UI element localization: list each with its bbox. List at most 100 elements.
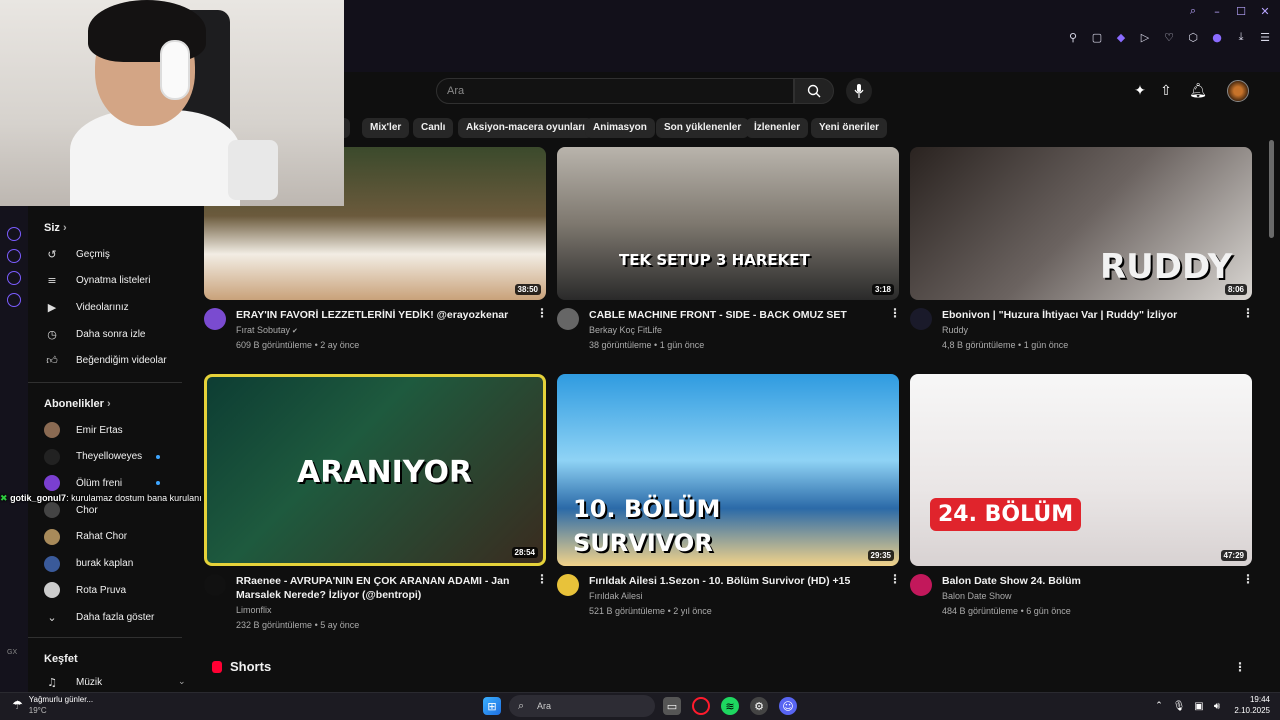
channel-name[interactable]: Ruddy — [942, 323, 968, 338]
start-icon[interactable]: ⊞ — [483, 697, 501, 715]
video-menu-icon[interactable]: ⋮ — [1242, 572, 1254, 586]
extensions-icon[interactable]: ⬡ — [1186, 30, 1200, 44]
spotify-icon[interactable]: ≋ — [721, 697, 739, 715]
filter-chip[interactable]: Yeni öneriler — [811, 118, 888, 138]
video-menu-icon[interactable]: ⋮ — [536, 306, 548, 320]
sidebar-item-label: Videolarınız — [76, 301, 129, 313]
download-icon[interactable]: ⤓ — [1234, 30, 1248, 44]
sidebar-section-subscriptions[interactable]: Abonelikler › — [44, 398, 111, 410]
pin-icon[interactable]: ⚲ — [1066, 30, 1080, 44]
filter-chip[interactable]: Son yüklenenler — [656, 118, 750, 138]
video-title[interactable]: Ebonivon | "Huzura İhtiyacı Var | Ruddy"… — [942, 308, 1232, 322]
sidebar-item-history[interactable]: ↺ Geçmiş — [44, 244, 110, 264]
sidebar-item-clock[interactable]: ◷ Daha sonra izle — [44, 324, 145, 344]
subscription-item[interactable]: Ölüm freni — [44, 473, 122, 493]
channel-name[interactable]: Berkay Koç FitLife — [589, 323, 662, 338]
filter-chip[interactable]: Mix'ler — [362, 118, 410, 138]
sidebar-item-playlist[interactable]: ≡ Oynatma listeleri — [44, 271, 150, 291]
weather-widget[interactable]: ☂ Yağmurlu günler... 19°C — [12, 694, 93, 716]
shorts-heading: Shorts — [212, 659, 271, 674]
filter-chip[interactable]: Canlı — [413, 118, 454, 138]
subscription-item[interactable]: Emir Ertas — [44, 420, 123, 440]
microphone-icon[interactable]: 🎙︎ — [1170, 697, 1188, 715]
show-more-button[interactable]: ⌄ Daha fazla göster — [44, 607, 154, 627]
channel-avatar[interactable] — [204, 574, 226, 596]
filter-chip[interactable]: Animasyon — [585, 118, 655, 138]
channel-avatar[interactable] — [204, 308, 226, 330]
avatar[interactable] — [1227, 80, 1249, 102]
subscription-item[interactable]: Theyelloweyes — [44, 447, 142, 467]
search-icon[interactable]: ⌕ — [1186, 4, 1200, 18]
maximize-icon[interactable]: ☐ — [1234, 4, 1248, 18]
video-duration: 29:35 — [867, 550, 894, 561]
subscription-item[interactable]: Rota Pruva — [44, 580, 126, 600]
video-thumbnail[interactable]: ARANIYOR 28:54 — [204, 374, 546, 566]
shorts-title: Shorts — [230, 659, 272, 674]
sidebar-item-music[interactable]: ♫ Müzik — [44, 672, 102, 692]
clock[interactable]: 19:44 2.10.2025 — [1228, 694, 1270, 716]
video-title[interactable]: Balon Date Show 24. Bölüm — [942, 574, 1232, 588]
channel-name[interactable]: Balon Date Show — [942, 589, 1012, 604]
filter-chip[interactable]: İzlenenler — [746, 118, 809, 138]
video-thumbnail[interactable]: TEK SETUP 3 HAREKET 3:18 — [557, 147, 899, 300]
channel-name[interactable]: Fırıldak Ailesi — [589, 589, 643, 604]
channel-avatar[interactable] — [910, 308, 932, 330]
channel-avatar[interactable] — [910, 574, 932, 596]
sidebar-app-icon[interactable] — [7, 227, 21, 241]
video-title[interactable]: ERAY'IN FAVORİ LEZZETLERİNİ YEDİK! @eray… — [236, 308, 526, 322]
video-title[interactable]: CABLE MACHINE FRONT - SIDE - BACK OMUZ S… — [589, 308, 879, 322]
scrollbar[interactable] — [1269, 140, 1274, 238]
channel-avatar[interactable] — [557, 574, 579, 596]
video-menu-icon[interactable]: ⋮ — [889, 306, 901, 320]
view-count: 484 B görüntüleme — [942, 606, 1019, 616]
meta-separator: • — [1018, 606, 1027, 616]
display-icon[interactable]: ▣ — [1190, 697, 1208, 715]
channel-avatar[interactable] — [557, 308, 579, 330]
sidebar-app-icon[interactable] — [7, 271, 21, 285]
close-icon[interactable]: ✕ — [1258, 4, 1272, 18]
video-title[interactable]: RRaenee - AVRUPA'NIN EN ÇOK ARANAN ADAMI… — [236, 574, 526, 602]
steam-icon[interactable]: ⚙ — [750, 697, 768, 715]
profile-icon[interactable]: ● — [1210, 30, 1224, 44]
voice-search-button[interactable] — [846, 78, 872, 104]
sidebar-app-icon[interactable] — [7, 249, 21, 263]
sidebar-item-label: Müzik — [76, 676, 103, 688]
subscription-item[interactable]: Rahat Chor — [44, 527, 127, 547]
upload-icon[interactable]: ⇧ — [1157, 82, 1175, 100]
studio-icon[interactable]: ✦ — [1131, 82, 1149, 100]
sidebar-item-thumbs-up[interactable]: 👍︎ Beğendiğim videolar — [44, 351, 166, 371]
video-title[interactable]: Fırıldak Ailesi 1.Sezon - 10. Bölüm Surv… — [589, 574, 879, 588]
send-icon[interactable]: ▷ — [1138, 30, 1152, 44]
sidebar-item-video[interactable]: ▶ Videolarınız — [44, 297, 129, 317]
shield-icon[interactable]: ◆ — [1114, 30, 1128, 44]
chevron-down-icon[interactable]: ⌄ — [178, 676, 186, 687]
subscription-item[interactable]: burak kaplan — [44, 554, 133, 574]
filter-chip[interactable]: Aksiyon-macera oyunları — [458, 118, 593, 138]
search-input[interactable]: Ara — [436, 78, 794, 104]
video-thumbnail[interactable]: 10. BÖLÜM SURVIVOR 29:35 — [557, 374, 899, 566]
video-thumbnail[interactable]: RUDDY 8:06 — [910, 147, 1252, 300]
menu-icon[interactable]: ☰ — [1258, 30, 1272, 44]
opera-gx-icon[interactable] — [692, 697, 710, 715]
video-menu-icon[interactable]: ⋮ — [1242, 306, 1254, 320]
video-menu-icon[interactable]: ⋮ — [536, 572, 548, 586]
search-button[interactable] — [794, 78, 834, 104]
task-view-icon[interactable]: ▭ — [663, 697, 681, 715]
speaker-icon[interactable]: 🔊︎ — [1208, 697, 1226, 715]
heart-icon[interactable]: ♡ — [1162, 30, 1176, 44]
gx-icon[interactable]: GX — [7, 649, 17, 656]
notifications-icon[interactable]: 🔔︎ — [1189, 82, 1207, 100]
tray-chevron-icon[interactable]: ⌃ — [1150, 697, 1168, 715]
channel-name[interactable]: Limonflix — [236, 603, 272, 618]
video-menu-icon[interactable]: ⋮ — [889, 572, 901, 586]
discord-icon[interactable]: ☺ — [779, 697, 797, 715]
settings-icon[interactable] — [7, 293, 21, 307]
channel-name[interactable]: Fırat Sobutay ✔ — [236, 323, 298, 339]
shorts-menu-icon[interactable]: ⋮ — [1234, 660, 1246, 674]
snapshot-icon[interactable]: ▢ — [1090, 30, 1104, 44]
video-thumbnail[interactable]: 24. BÖLÜM 47:29 — [910, 374, 1252, 566]
taskbar-search[interactable]: ⌕ Ara — [509, 695, 655, 717]
sidebar-section-you[interactable]: Siz › — [44, 222, 67, 234]
minimize-icon[interactable]: – — [1210, 4, 1224, 18]
webcam-overlay — [0, 0, 344, 206]
